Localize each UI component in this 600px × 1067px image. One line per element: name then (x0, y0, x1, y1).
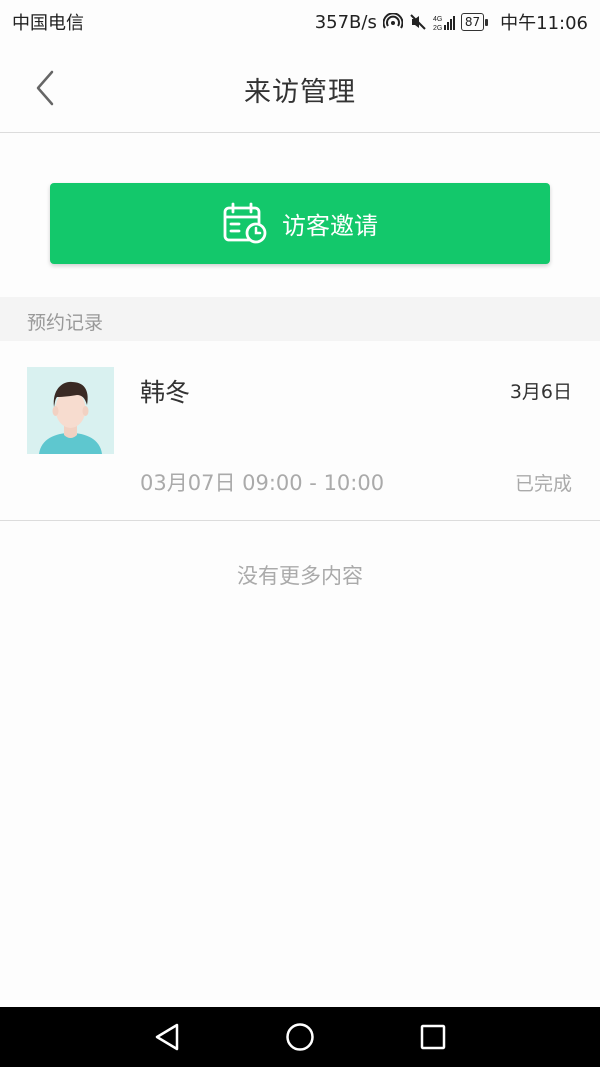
calendar-clock-icon (223, 202, 267, 243)
page-title: 来访管理 (244, 77, 356, 108)
visitor-invite-label: 访客邀请 (282, 212, 378, 240)
visit-time-range: 03月07日 09:00 - 10:00 (140, 471, 385, 495)
status-badge: 已完成 (514, 473, 572, 495)
circle-home-icon (286, 1023, 314, 1051)
square-recents-icon (420, 1024, 446, 1050)
system-navigation-bar (0, 1007, 600, 1067)
records-section-header: 预约记录 (0, 297, 600, 341)
system-back-button[interactable] (151, 1021, 183, 1053)
hotspot-icon (382, 13, 403, 31)
network-speed: 357B/s (314, 11, 377, 33)
system-home-button[interactable] (284, 1021, 316, 1053)
triangle-back-icon (155, 1023, 179, 1051)
battery-indicator: 87 (460, 13, 489, 31)
no-more-content-label: 没有更多内容 (237, 564, 363, 588)
system-recents-button[interactable] (417, 1021, 449, 1053)
person-avatar-icon (27, 367, 114, 454)
clock: 中午11:06 (500, 13, 588, 34)
svg-text:4G: 4G (433, 16, 442, 23)
record-list-item[interactable]: 韩冬 3月6日 03月07日 09:00 - 10:00 已完成 (0, 341, 600, 521)
status-bar: 中国电信 357B/s 4G 2G 87 中午11:06 (0, 0, 600, 42)
header-bar: 来访管理 (0, 42, 600, 133)
avatar (27, 367, 114, 454)
visitor-name: 韩冬 (140, 378, 191, 407)
svg-text:2G: 2G (433, 25, 442, 31)
section-title: 预约记录 (27, 312, 104, 334)
signal-icon: 4G 2G (433, 13, 455, 31)
record-date: 3月6日 (509, 381, 572, 403)
mute-icon (409, 13, 427, 31)
carrier-label: 中国电信 (12, 13, 84, 34)
status-right: 357B/s 4G 2G 87 中午11:06 (315, 9, 588, 35)
visitor-invite-button[interactable]: 访客邀请 (50, 183, 550, 264)
